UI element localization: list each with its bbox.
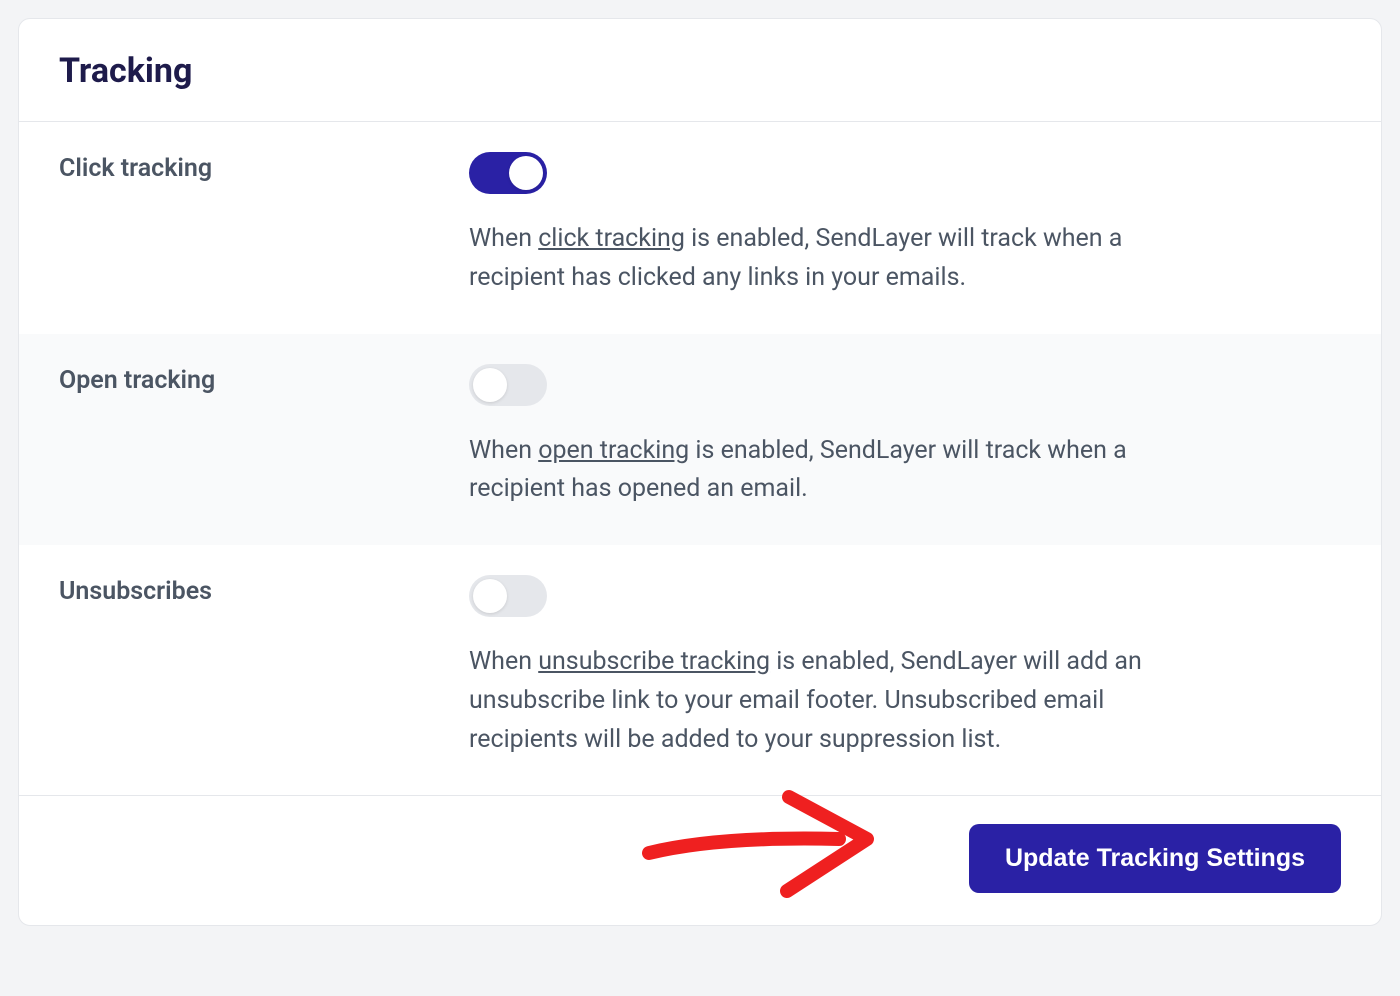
open-tracking-toggle[interactable] <box>469 364 547 406</box>
click-tracking-link[interactable]: click tracking <box>538 224 685 253</box>
unsubscribes-label: Unsubscribes <box>59 575 469 759</box>
card-header: Tracking <box>19 19 1381 122</box>
tracking-settings-card: Tracking Click tracking When click track… <box>18 18 1382 926</box>
open-tracking-body: When open tracking is enabled, SendLayer… <box>469 364 1341 510</box>
setting-row-click-tracking: Click tracking When click tracking is en… <box>19 122 1381 334</box>
card-footer: Update Tracking Settings <box>19 795 1381 925</box>
click-tracking-toggle[interactable] <box>469 152 547 194</box>
unsubscribes-body: When unsubscribe tracking is enabled, Se… <box>469 575 1341 759</box>
unsubscribes-toggle[interactable] <box>469 575 547 617</box>
open-tracking-description: When open tracking is enabled, SendLayer… <box>469 432 1189 510</box>
toggle-knob <box>509 156 543 190</box>
toggle-knob <box>473 579 507 613</box>
open-tracking-link[interactable]: open tracking <box>538 436 689 465</box>
setting-row-open-tracking: Open tracking When open tracking is enab… <box>19 334 1381 546</box>
open-tracking-label: Open tracking <box>59 364 469 510</box>
page-title: Tracking <box>59 51 1341 91</box>
unsubscribe-tracking-link[interactable]: unsubscribe tracking <box>538 647 770 676</box>
toggle-knob <box>473 368 507 402</box>
annotation-arrow-icon <box>629 781 889 911</box>
update-tracking-settings-button[interactable]: Update Tracking Settings <box>969 824 1341 893</box>
click-tracking-description: When click tracking is enabled, SendLaye… <box>469 220 1189 298</box>
click-tracking-label: Click tracking <box>59 152 469 298</box>
click-tracking-body: When click tracking is enabled, SendLaye… <box>469 152 1341 298</box>
setting-row-unsubscribes: Unsubscribes When unsubscribe tracking i… <box>19 545 1381 795</box>
unsubscribes-description: When unsubscribe tracking is enabled, Se… <box>469 643 1189 759</box>
